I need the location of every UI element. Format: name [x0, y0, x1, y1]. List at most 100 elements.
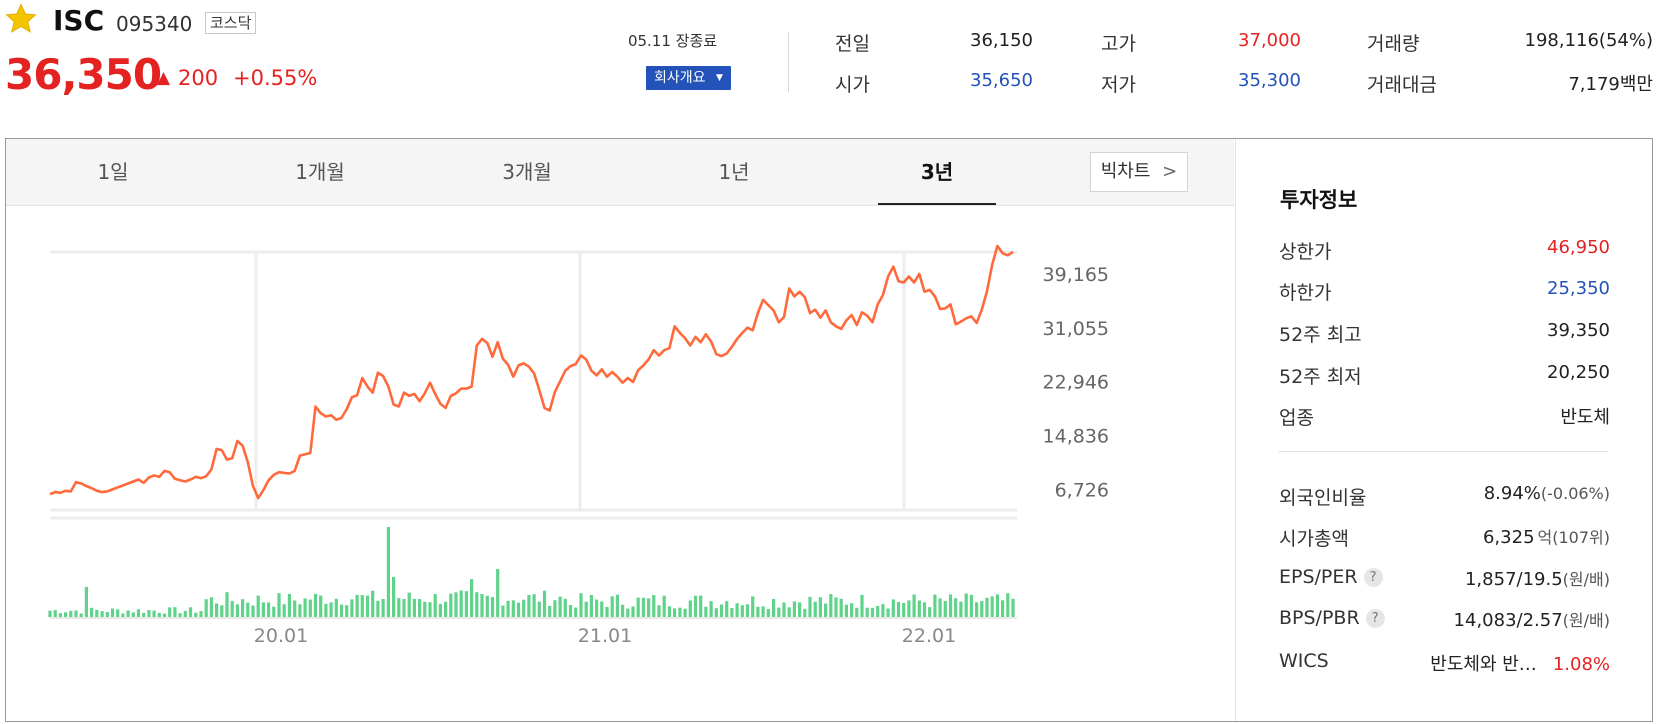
volume-bar	[407, 592, 411, 617]
volume-bar	[756, 606, 760, 617]
big-chart-label: 빅차트	[1100, 161, 1151, 182]
market-cap-number: 6,325	[1482, 527, 1535, 548]
market-cap-unit: 억	[1537, 528, 1553, 547]
volume-bar	[902, 603, 906, 617]
volume-bar	[204, 599, 208, 617]
volume-bar	[511, 600, 515, 617]
volume-bar	[246, 602, 250, 617]
trade-amount-label: 거래대금	[1367, 74, 1437, 96]
volume-bar	[574, 607, 578, 617]
volume-bar	[860, 594, 864, 617]
volume-bar	[329, 602, 333, 617]
volume-bar	[433, 594, 437, 617]
volume-bar	[58, 613, 62, 617]
volume-bar	[1001, 600, 1005, 617]
volume-bar	[506, 600, 510, 617]
volume-bar	[303, 598, 307, 617]
volume-bar	[215, 603, 219, 617]
volume-bar	[948, 594, 953, 617]
volume-bar	[516, 602, 521, 617]
foreign-ratio-value: 8.94%(-0.06%)	[1380, 483, 1610, 504]
volume-bar	[719, 604, 724, 617]
upper-limit-label: 상한가	[1279, 241, 1332, 263]
volume-bar	[298, 604, 302, 617]
volume-bar	[339, 604, 344, 617]
volume-bar	[537, 601, 541, 617]
volume-bar	[220, 605, 224, 617]
price-chart[interactable]: 39,165 31,055 22,946 14,836 6,726 20.01 21.01…	[6, 205, 1235, 721]
eps-per-unit: (원/배)	[1562, 570, 1610, 589]
volume-bar	[647, 598, 651, 617]
volume-bar	[844, 604, 848, 617]
volume-bar	[459, 590, 463, 617]
trade-amount-value: 7,179백만	[1568, 74, 1653, 95]
y-axis-labels: 39,165 31,055 22,946 14,836 6,726	[1043, 264, 1109, 501]
volume-bar	[209, 597, 213, 617]
period-tab-bar: 1일 1개월 3개월 1년 3년	[6, 139, 1234, 206]
volume-bar	[891, 599, 895, 617]
volume-bar	[334, 598, 338, 617]
volume-bar	[74, 610, 78, 617]
volume-bar	[855, 607, 859, 617]
volume-bar	[798, 602, 802, 617]
volume-bar	[792, 601, 796, 617]
volume-bar	[928, 607, 932, 617]
wics-change: 1.08%	[1552, 654, 1610, 675]
tab-1m[interactable]: 1개월	[264, 139, 376, 205]
volume-bar	[886, 608, 890, 617]
volume-bar	[527, 595, 531, 617]
volume-bar	[553, 600, 557, 617]
volume-bar	[168, 607, 172, 617]
volume-bar	[157, 612, 161, 617]
tab-3m[interactable]: 3개월	[471, 139, 583, 205]
price-change-pct: +0.55%	[233, 66, 318, 90]
volume-bar	[626, 608, 630, 617]
tab-1d[interactable]: 1일	[58, 139, 168, 205]
volume-bar	[350, 599, 354, 617]
volume-bar	[865, 607, 869, 617]
price-change: 200	[178, 66, 219, 90]
volume-bar	[678, 607, 682, 617]
volume-bar	[985, 597, 989, 617]
volume-label: 거래량	[1367, 33, 1420, 55]
volume-bar	[475, 592, 479, 617]
volume-bar	[730, 608, 734, 617]
volume-bar	[355, 595, 359, 617]
volume-bar	[256, 595, 260, 617]
volume-bar	[959, 601, 963, 617]
volume-bar	[69, 610, 73, 617]
volume-bar	[90, 607, 94, 617]
tab-1y[interactable]: 1년	[678, 139, 790, 205]
volume-bar	[392, 577, 396, 617]
bps-pbr-unit: (원/배)	[1562, 611, 1610, 630]
x-tick-label: 20.01	[254, 625, 308, 647]
chevron-right-icon: >	[1162, 161, 1178, 182]
volume-bar	[943, 601, 947, 617]
y-tick-label: 39,165	[1043, 264, 1109, 286]
tab-3y[interactable]: 3년	[878, 139, 996, 205]
volume-bar	[136, 609, 141, 617]
company-overview-button[interactable]: 회사개요 ▼	[646, 66, 731, 90]
high-label: 고가	[1101, 33, 1136, 55]
volume-bar	[725, 601, 729, 617]
volume-bar	[772, 599, 776, 617]
volume-bar	[225, 592, 229, 617]
volume-bar	[896, 602, 901, 617]
volume-bar	[995, 594, 999, 617]
investment-info-panel	[1235, 139, 1653, 721]
stock-name: ISC	[53, 4, 105, 37]
star-icon[interactable]	[5, 3, 37, 35]
volume-bar	[657, 605, 661, 617]
volume-bar	[584, 601, 588, 617]
volume-bar	[740, 605, 744, 617]
volume-bar	[386, 527, 390, 617]
volume-bar	[912, 594, 916, 617]
volume-bar	[183, 610, 187, 617]
volume-bar	[568, 605, 573, 617]
volume-bar	[365, 595, 370, 617]
big-chart-button[interactable]: 빅차트 >	[1090, 152, 1188, 192]
volume-bar	[631, 606, 635, 617]
volume-bar	[735, 603, 739, 617]
volume-bar	[777, 607, 781, 617]
wics-sector[interactable]: 반도체와 반…	[1430, 654, 1537, 675]
